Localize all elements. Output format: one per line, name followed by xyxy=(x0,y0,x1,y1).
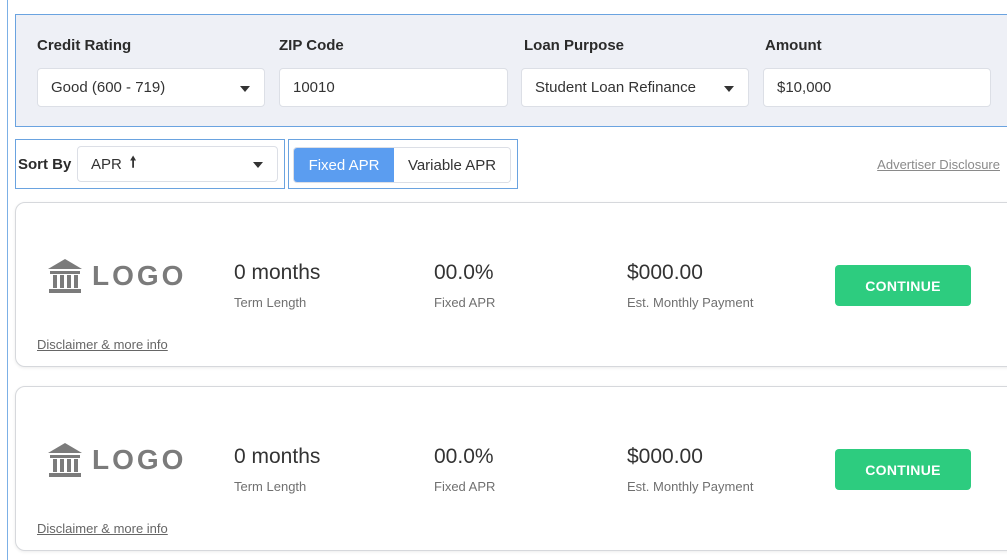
filter-panel: Credit Rating Good (600 - 719) ZIP Code … xyxy=(15,14,1007,127)
apr: 00.0% Fixed APR xyxy=(434,261,495,310)
chevron-down-icon xyxy=(724,85,734,92)
loan-purpose-select[interactable]: Student Loan Refinance xyxy=(521,68,749,107)
up-arrow-icon: 🠕 xyxy=(129,153,137,171)
logo-text: LOGO xyxy=(92,444,187,475)
apr-toggle: Fixed APR Variable APR xyxy=(293,147,511,183)
variable-apr-tab[interactable]: Variable APR xyxy=(394,148,510,182)
apr: 00.0% Fixed APR xyxy=(434,445,495,494)
zip-code-input[interactable]: 10010 xyxy=(279,68,508,107)
loan-purpose-label: Loan Purpose xyxy=(524,37,625,54)
credit-rating-field: Credit Rating xyxy=(37,37,131,54)
lender-logo: LOGO xyxy=(46,257,186,295)
amount-input[interactable]: $10,000 xyxy=(763,68,991,107)
chevron-down-icon xyxy=(253,162,263,168)
term-length: 0 months Term Length xyxy=(234,261,320,310)
apr-toggle-group: Fixed APR Variable APR xyxy=(288,139,518,189)
disclaimer-link[interactable]: Disclaimer & more info xyxy=(37,337,168,352)
sort-value: APR xyxy=(91,155,122,173)
apr-value: 00.0% xyxy=(434,445,494,468)
apr-label: Fixed APR xyxy=(434,295,496,310)
amount-label: Amount xyxy=(765,37,822,54)
zip-code-label: ZIP Code xyxy=(279,37,344,54)
credit-rating-select[interactable]: Good (600 - 719) xyxy=(37,68,265,107)
fixed-apr-tab[interactable]: Fixed APR xyxy=(294,148,394,182)
credit-rating-value: Good (600 - 719) xyxy=(51,79,166,96)
advertiser-disclosure-link[interactable]: Advertiser Disclosure xyxy=(877,157,1000,172)
disclaimer-link[interactable]: Disclaimer & more info xyxy=(37,521,168,536)
zip-code-field: ZIP Code xyxy=(279,37,344,54)
term-value: 0 months xyxy=(234,261,321,284)
payment-label: Est. Monthly Payment xyxy=(627,479,754,494)
payment-value: $000.00 xyxy=(627,445,703,468)
zip-code-value: 10010 xyxy=(293,79,335,96)
offer-card: LOGO 0 months Term Length 00.0% Fixed AP… xyxy=(15,386,1007,551)
amount-value: $10,000 xyxy=(777,79,832,96)
term-label: Term Length xyxy=(234,295,307,310)
continue-button[interactable]: CONTINUE xyxy=(835,265,971,306)
monthly-payment: $000.00 Est. Monthly Payment xyxy=(627,445,753,494)
amount-field: Amount xyxy=(765,37,822,54)
monthly-payment: $000.00 Est. Monthly Payment xyxy=(627,261,753,310)
loan-purpose-field: Loan Purpose xyxy=(524,37,624,54)
page-guide-line xyxy=(7,0,8,560)
credit-rating-label: Credit Rating xyxy=(37,37,132,54)
loan-purpose-value: Student Loan Refinance xyxy=(535,79,696,96)
term-length: 0 months Term Length xyxy=(234,445,320,494)
bank-icon xyxy=(48,443,82,477)
offer-card: LOGO 0 months Term Length 00.0% Fixed AP… xyxy=(15,202,1007,367)
term-label: Term Length xyxy=(234,479,307,494)
apr-label: Fixed APR xyxy=(434,479,496,494)
payment-label: Est. Monthly Payment xyxy=(627,295,754,310)
sort-select[interactable]: APR 🠕 xyxy=(77,146,278,182)
sort-group: Sort By APR 🠕 xyxy=(15,139,285,189)
term-value: 0 months xyxy=(234,445,321,468)
sort-by-label: Sort By xyxy=(18,156,72,173)
lender-logo: LOGO xyxy=(46,441,186,479)
continue-button[interactable]: CONTINUE xyxy=(835,449,971,490)
logo-text: LOGO xyxy=(92,260,187,291)
chevron-down-icon xyxy=(240,85,250,92)
apr-value: 00.0% xyxy=(434,261,494,284)
bank-icon xyxy=(48,259,82,293)
payment-value: $000.00 xyxy=(627,261,703,284)
